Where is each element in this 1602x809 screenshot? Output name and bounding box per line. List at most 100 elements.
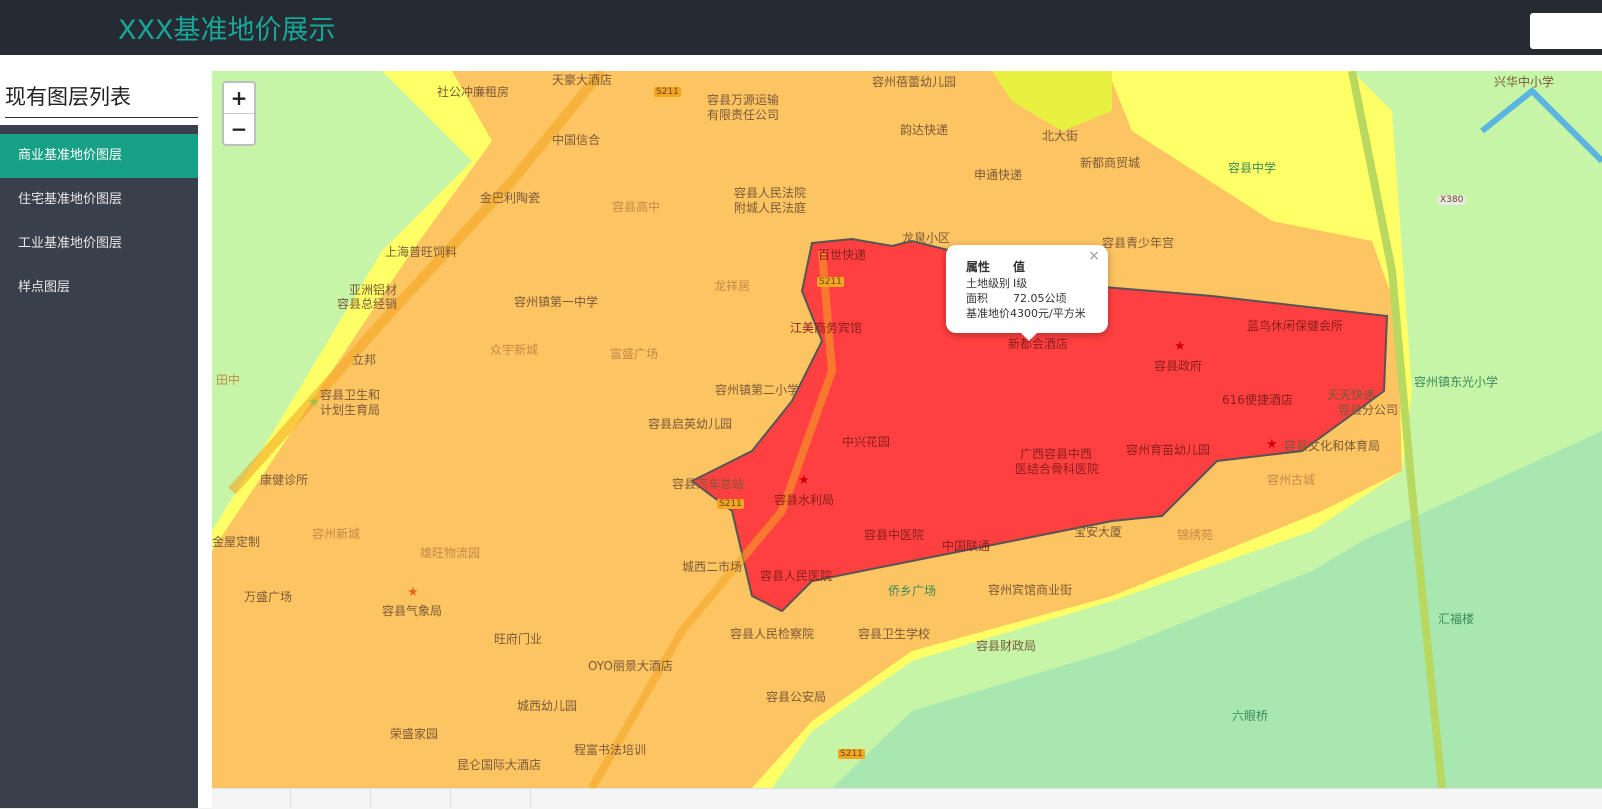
map-label: 中国联通 [942,539,991,553]
map-label: 容县汽车总站 [672,477,745,491]
map-label: 计划生育局 [320,403,381,417]
map-label: 富盛广场 [610,347,659,361]
map-label: 金巴利陶瓷 [480,191,541,205]
popup-row: 土地级别 Ⅰ级 [966,275,1027,291]
map-label: 容州镇第二小学 [715,383,800,397]
zoom-in-button[interactable]: + [224,83,254,113]
map-label: 容县卫生学校 [858,627,931,641]
map-label: 容县人民医院 [760,569,833,583]
map-view[interactable]: + − 天豪大酒店 容州蓓蕾幼儿园 社公冲廉租房 容县万源运输 有限责任公司 中… [212,71,1602,788]
map-label: 容县水利局 [774,493,835,507]
map-label: 六眼桥 [1232,709,1269,723]
layer-item-residential[interactable]: 住宅基准地价图层 [0,178,198,222]
map-label: 蓝鸟休闲保健会所 [1247,319,1344,333]
layer-item-sample-points[interactable]: 样点图层 [0,266,198,310]
map-label: 新都商贸城 [1080,156,1141,170]
map-label: 中国信合 [552,133,601,147]
star-marker-icon[interactable]: ★ [798,473,810,488]
map-label: 容州蓓蕾幼儿园 [872,75,957,89]
zoom-out-button[interactable]: − [224,113,254,144]
map-label: 荣盛家园 [390,727,439,741]
map-label: 天豪大酒店 [552,73,613,87]
road-shield: S211 [838,749,865,759]
map-label: 社公冲廉租房 [437,85,510,99]
road-shield: S211 [817,277,844,287]
map-label: 容县分公司 [1338,403,1399,417]
popup-row: 面积 72.05公顷 [966,290,1067,306]
app-title: XXX基准地价展示 [118,15,336,46]
sidebar: 现有图层列表 商业基准地价图层 住宅基准地价图层 工业基准地价图层 样点图层 [0,55,198,808]
map-label: 康健诊所 [260,473,309,487]
layer-item-industrial[interactable]: 工业基准地价图层 [0,222,198,266]
map-label: 程富书法培训 [574,743,647,757]
map-label: 申通快递 [974,168,1023,182]
attribute-table-strip [212,788,1602,809]
star-marker-icon[interactable]: ★ [407,585,419,600]
popup-key: 面积 [966,292,988,305]
popup-value: 4300元/平方米 [1010,307,1086,320]
map-label: 江美商务宾馆 [790,321,863,335]
sidebar-header: 现有图层列表 [0,55,198,125]
star-marker-icon[interactable]: ★ [308,395,320,410]
map-label: 容县启英幼儿园 [648,417,733,431]
sidebar-divider [5,117,198,118]
map-label: OYO丽景大酒店 [588,659,673,673]
map-label: 容县人民检察院 [730,627,815,641]
map-label: 容县气象局 [382,604,443,618]
map-label: 中兴花园 [842,435,891,449]
map-label: 立邦 [352,353,377,367]
popup-value: Ⅰ级 [1013,277,1028,290]
road-shield: S211 [717,499,744,509]
map-label: 容州育苗幼儿园 [1126,443,1211,457]
map-label: 侨乡广场 [888,584,937,598]
popup-key: 土地级别 [966,277,1010,290]
map-label: 北大街 [1042,129,1079,143]
star-marker-icon[interactable]: ★ [1174,339,1186,354]
map-label: 城西幼儿园 [517,699,578,713]
map-label: 雄旺物流园 [420,546,481,560]
map-label: 汇福楼 [1438,612,1475,626]
bottom-tab[interactable] [212,790,291,808]
road-shield: X380 [1438,195,1466,205]
popup-close-icon[interactable]: × [1088,248,1100,264]
map-label: 兴华中小学 [1494,75,1555,89]
map-label: 锦绣苑 [1177,528,1214,542]
star-marker-icon[interactable]: ★ [1266,437,1278,452]
map-label: 容州古城 [1267,473,1316,487]
popup-header-value: 值 [1013,260,1026,274]
map-canvas[interactable] [212,71,1602,788]
layer-item-commercial[interactable]: 商业基准地价图层 [0,134,198,178]
top-right-box[interactable] [1530,13,1602,49]
sidebar-title: 现有图层列表 [5,85,131,109]
map-label: 城西二市场 [682,560,743,574]
map-label: 容县中医院 [864,528,925,542]
map-label: 新都会酒店 [1008,337,1069,351]
bottom-tab[interactable] [450,790,531,808]
map-label: 616便捷酒店 [1222,393,1293,407]
popup-row: 基准地价4300元/平方米 [966,305,1086,321]
map-label: 容县政府 [1154,359,1203,373]
map-label: 容县公安局 [766,690,827,704]
popup-key: 基准地价 [966,307,1010,320]
map-label: 容县青少年宫 [1102,236,1175,250]
bottom-tab[interactable] [370,790,451,808]
map-label: 容州镇东光小学 [1414,375,1499,389]
map-label: 金屋定制 [212,535,261,549]
map-label: 容县高中 [612,200,661,214]
popup-header-row: 属性 值 [966,258,1025,275]
top-bar: XXX基准地价展示 [0,0,1602,55]
map-label: 旺府门业 [494,632,543,646]
map-label: 上海普旺饲料 [385,245,458,259]
map-label: 容州新城 [312,527,361,541]
map-label: 容县总经销 [337,297,398,311]
map-label: 龙祥居 [714,279,751,293]
map-label: 医结合骨科医院 [1015,462,1100,476]
map-label: 众宇新城 [490,343,539,357]
map-label: 龙泉小区 [902,231,951,245]
popup-value: 72.05公顷 [1013,292,1067,305]
bottom-tab[interactable] [290,790,371,808]
map-label: 田中 [216,373,241,387]
zoom-control: + − [222,81,256,146]
map-label: 万盛广场 [244,590,293,604]
map-label: 容县财政局 [976,639,1037,653]
